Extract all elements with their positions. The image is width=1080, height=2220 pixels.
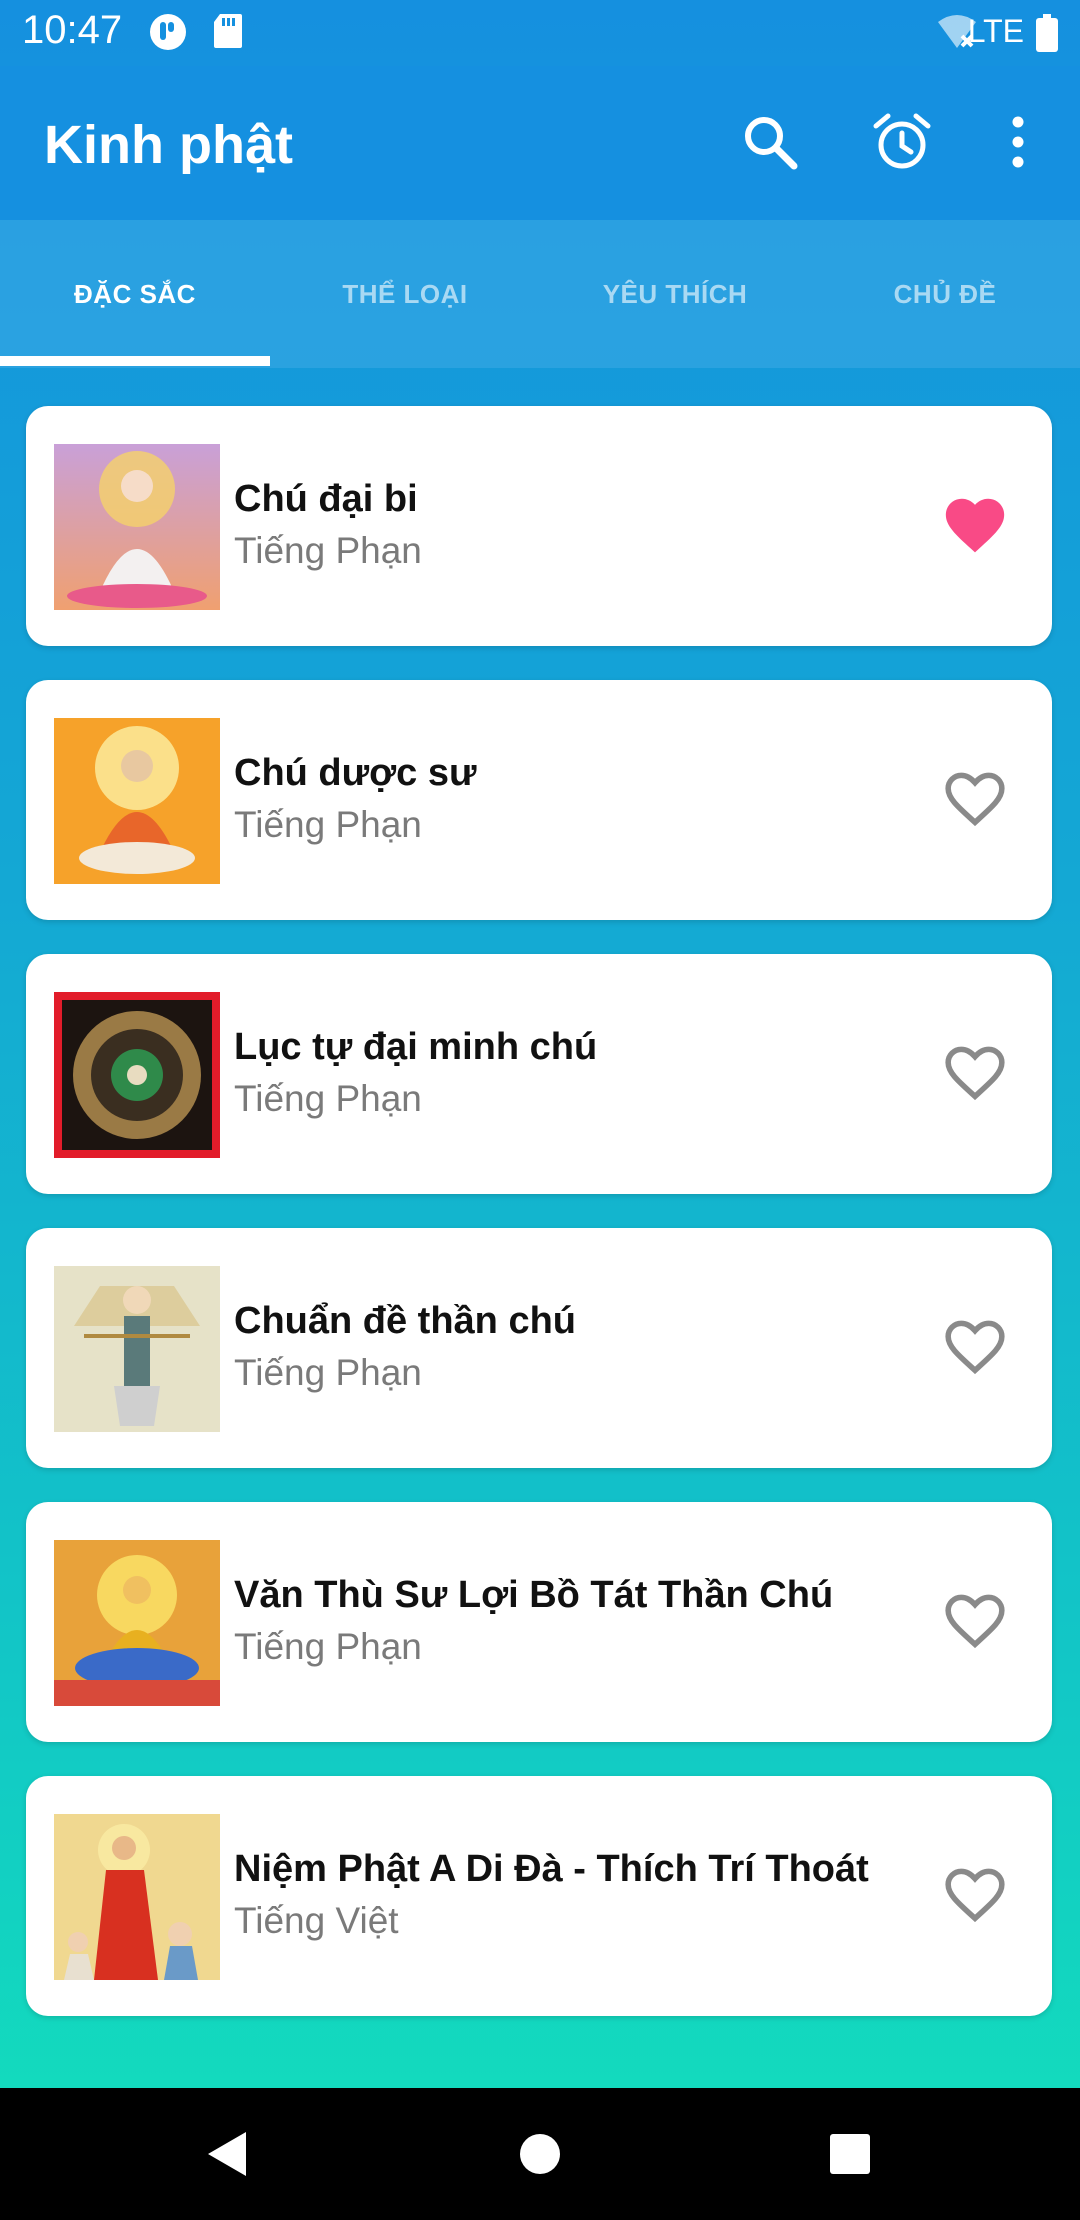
back-icon[interactable] [196,2124,256,2184]
sd-card-icon [212,12,244,55]
item-title: Chú đại bi [234,478,418,520]
item-title: Văn Thù Sư Lợi Bồ Tát Thần Chú [234,1574,834,1616]
item-language: Tiếng Việt [234,1900,399,1941]
favorite-outline-icon[interactable] [940,764,1010,834]
list-item[interactable]: Chú dược sư Tiếng Phạn [26,680,1052,920]
app-notification-icon [148,12,188,57]
favorite-outline-icon[interactable] [940,1312,1010,1382]
item-language: Tiếng Phạn [234,530,422,571]
list-item[interactable]: Văn Thù Sư Lợi Bồ Tát Thần Chú Tiếng Phạ… [26,1502,1052,1742]
item-title: Chuẩn đề thần chú [234,1300,576,1342]
status-bar: 10:47 LTE [0,0,1080,66]
favorite-outline-icon[interactable] [940,1038,1010,1108]
battery-icon [1036,14,1058,57]
network-type: LTE [967,13,1024,49]
system-nav-bar [0,2088,1080,2220]
item-language: Tiếng Phạn [234,1078,422,1119]
tab-featured[interactable]: ĐẶC SẮC [0,220,270,368]
item-title: Niệm Phật A Di Đà - Thích Trí Thoát [234,1848,869,1890]
list-item[interactable]: Lục tự đại minh chú Tiếng Phạn [26,954,1052,1194]
list-item[interactable]: Chú đại bi Tiếng Phạn [26,406,1052,646]
tab-bar: ĐẶC SẮC THỂ LOẠI YÊU THÍCH CHỦ ĐỀ [0,220,1080,368]
item-title: Lục tự đại minh chú [234,1026,598,1068]
item-thumbnail [54,992,220,1158]
home-icon[interactable] [510,2124,570,2184]
tab-favorites[interactable]: YÊU THÍCH [540,220,810,368]
item-language: Tiếng Phạn [234,1352,422,1393]
item-thumbnail [54,444,220,610]
item-thumbnail [54,1814,220,1980]
alarm-icon[interactable] [870,110,934,174]
item-language: Tiếng Phạn [234,1626,422,1667]
page-title: Kinh phật [44,115,293,175]
item-language: Tiếng Phạn [234,804,422,845]
tab-topics[interactable]: CHỦ ĐỀ [810,220,1080,368]
favorite-outline-icon[interactable] [940,1586,1010,1656]
favorite-outline-icon[interactable] [940,1860,1010,1930]
item-thumbnail [54,1540,220,1706]
item-thumbnail [54,718,220,884]
search-icon[interactable] [738,110,802,174]
app-bar: Kinh phật [0,66,1080,220]
list-item[interactable]: Niệm Phật A Di Đà - Thích Trí Thoát Tiến… [26,1776,1052,2016]
status-time: 10:47 [22,8,123,52]
tab-categories[interactable]: THỂ LOẠI [270,220,540,368]
list-item[interactable]: Chuẩn đề thần chú Tiếng Phạn [26,1228,1052,1468]
recents-icon[interactable] [820,2124,880,2184]
item-thumbnail [54,1266,220,1432]
item-title: Chú dược sư [234,752,477,794]
tab-indicator [0,356,270,366]
favorite-filled-icon[interactable] [940,490,1010,560]
more-options-icon[interactable] [986,110,1050,174]
